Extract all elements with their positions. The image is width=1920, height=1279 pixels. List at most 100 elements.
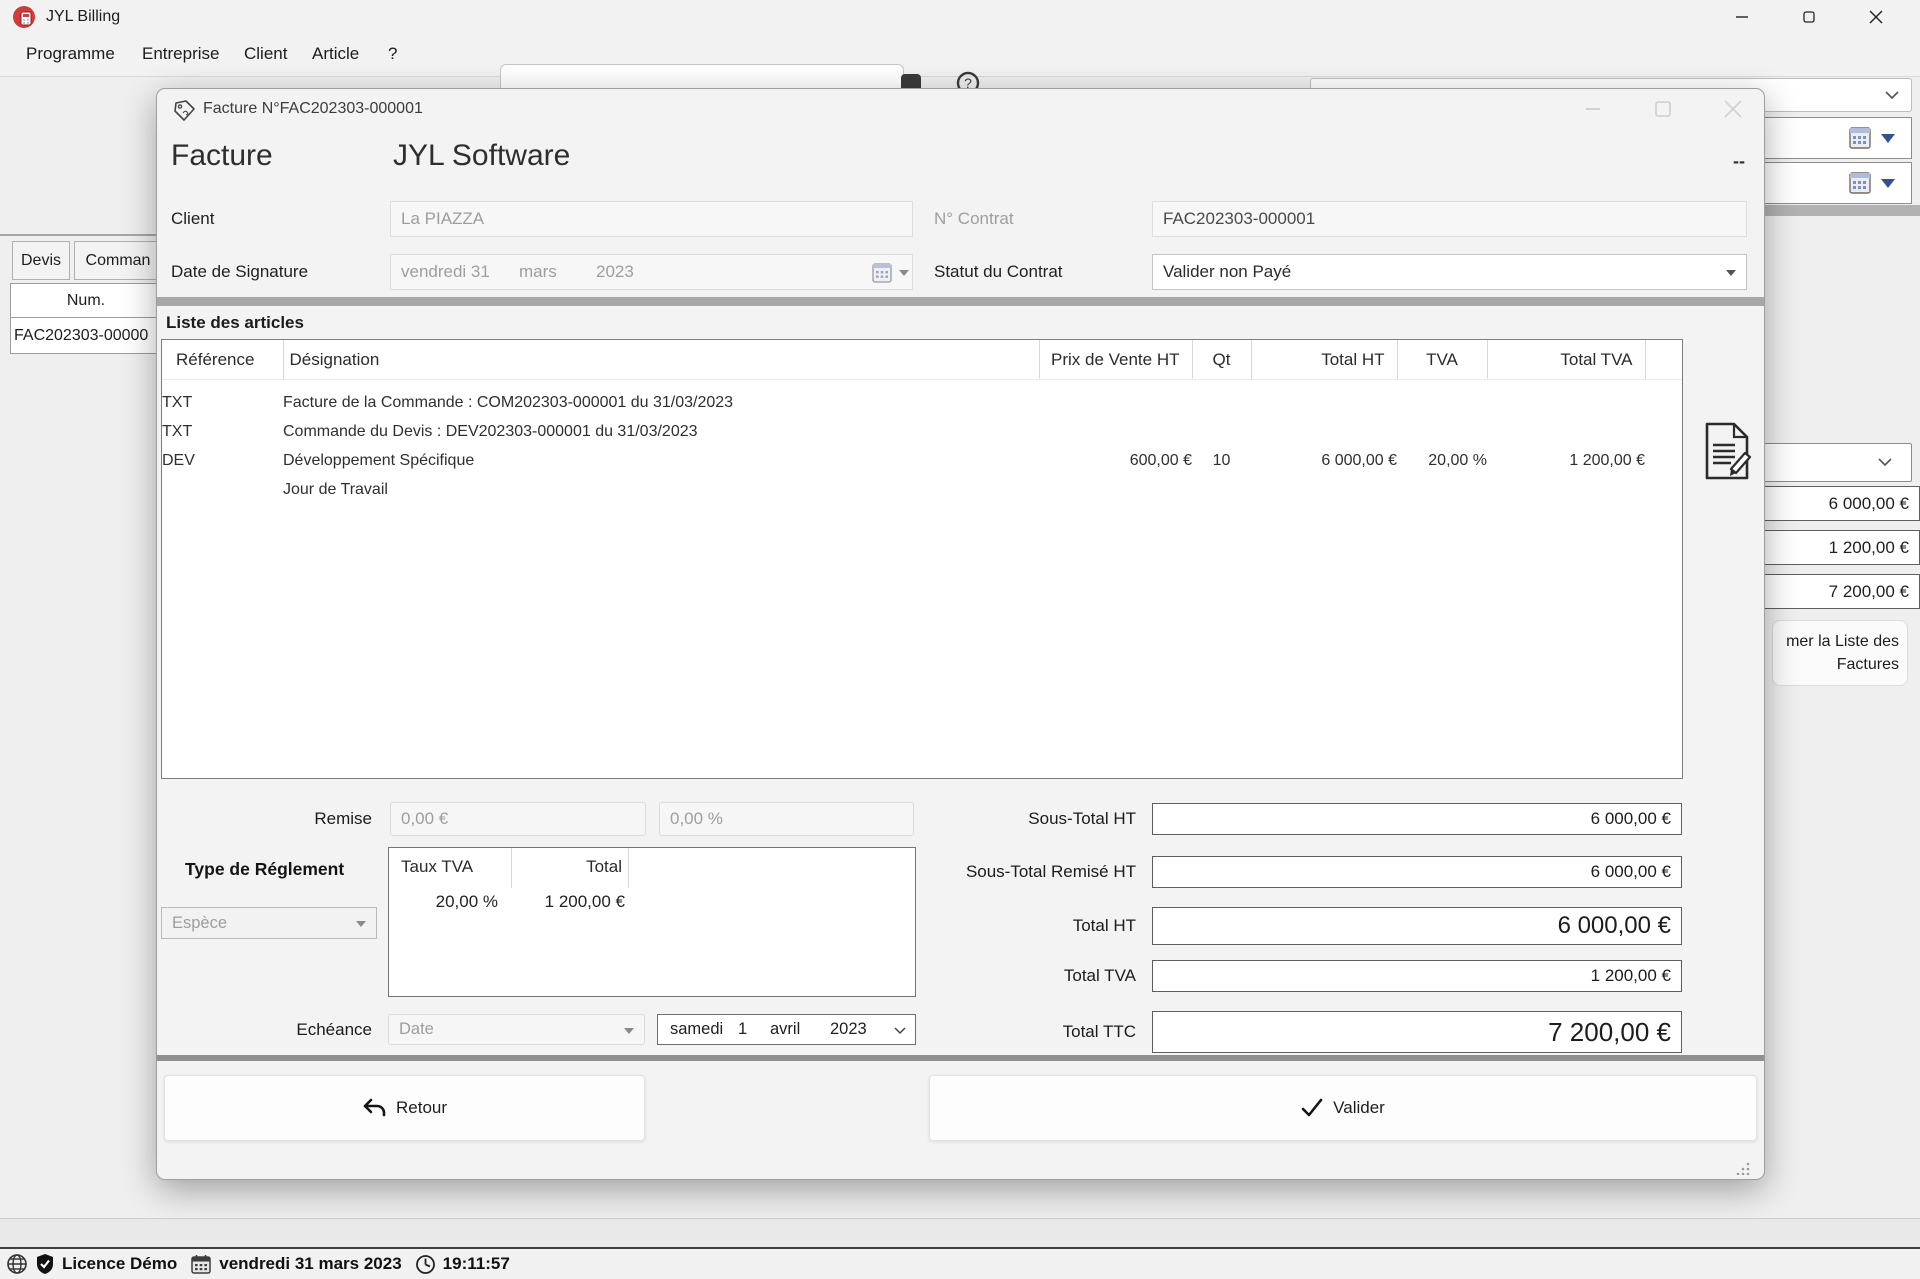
contract-number-value: FAC202303-000001	[1163, 209, 1316, 228]
window-title: JYL Billing	[46, 8, 121, 25]
total-ttc-value: 7 200,00 €	[1548, 1016, 1671, 1047]
maximize-button[interactable]	[1789, 5, 1829, 29]
col-tva[interactable]: TVA	[1397, 340, 1488, 380]
col-designation[interactable]: Désignation	[283, 340, 1040, 380]
echeance-label: Echéance	[296, 1020, 372, 1039]
minimize-icon	[1736, 16, 1748, 18]
tva-col-rate: Taux TVA	[389, 848, 512, 888]
maximize-icon	[1803, 11, 1815, 23]
client-label: Client	[171, 209, 215, 228]
tag-icon	[174, 100, 195, 121]
tab-devis-label: Devis	[20, 251, 61, 269]
close-button[interactable]	[1856, 5, 1896, 29]
col-reference[interactable]: Référence	[162, 340, 284, 380]
signature-date-picker[interactable]: vendredi 31 mars 2023	[390, 254, 913, 290]
total-ht-field[interactable]: 6 000,00 €	[1152, 907, 1682, 945]
menu-article[interactable]: Article	[312, 44, 359, 64]
app-logo-icon	[13, 6, 35, 28]
dialog-minimize-button[interactable]	[1573, 97, 1613, 121]
echeance-dow: samedi	[670, 1020, 724, 1038]
total-tva-value: 1 200,00 €	[1590, 966, 1671, 985]
menu-client[interactable]: Client	[244, 44, 287, 64]
bg-total-tva-value: 1 200,00 €	[1828, 537, 1909, 557]
total-ht-label: Total HT	[1072, 916, 1136, 935]
dropdown-arrow-icon	[899, 270, 909, 276]
globe-icon	[7, 1254, 27, 1274]
dash-indicator: --	[1733, 151, 1745, 171]
sous-total-remise-ht-field[interactable]: 6 000,00 €	[1152, 856, 1682, 888]
bottom-band	[0, 1218, 1920, 1248]
valider-button-label: Valider	[1333, 1098, 1385, 1117]
contract-status-label: Statut du Contrat	[934, 262, 1063, 281]
dialog-close-button[interactable]	[1713, 97, 1753, 121]
status-date: vendredi 31 mars 2023	[219, 1254, 402, 1273]
dialog-title: Facture N°FAC202303-000001	[203, 100, 423, 117]
chevron-down-icon	[1885, 91, 1899, 100]
dropdown-arrow-icon	[1881, 134, 1895, 143]
echeance-day: 1	[738, 1020, 748, 1038]
contract-number-field[interactable]: FAC202303-000001	[1152, 201, 1747, 237]
payment-method-select[interactable]: Espèce	[161, 907, 377, 939]
resize-grip[interactable]	[1735, 1161, 1751, 1175]
list-column-num-label: Num.	[66, 291, 106, 309]
minimize-button[interactable]	[1722, 5, 1762, 29]
undo-arrow-icon	[363, 1098, 386, 1117]
list-row-facture[interactable]: FAC202303-00000	[10, 317, 165, 354]
signature-date-month: mars	[519, 262, 557, 281]
signature-date-label: Date de Signature	[171, 262, 309, 281]
articles-section-title: Liste des articles	[166, 313, 304, 332]
total-tva-field[interactable]: 1 200,00 €	[1152, 960, 1682, 992]
remise-percent-value: 0,00 %	[670, 809, 723, 828]
bg-total-ht-value: 6 000,00 €	[1828, 493, 1909, 513]
payment-type-label: Type de Réglement	[185, 859, 345, 879]
signature-date-year: 2023	[596, 262, 634, 281]
col-qt[interactable]: Qt	[1192, 340, 1252, 380]
contract-status-select[interactable]: Valider non Payé	[1152, 254, 1747, 290]
sous-total-ht-field[interactable]: 6 000,00 €	[1152, 803, 1682, 835]
article-row[interactable]: TXT Facture de la Commande : COM202303-0…	[162, 380, 1682, 418]
total-tva-label: Total TVA	[1063, 966, 1136, 985]
left-separator	[0, 234, 157, 236]
tva-col-total: Total	[512, 848, 629, 888]
total-ttc-label: Total TTC	[1062, 1022, 1136, 1041]
contract-number-label: N° Contrat	[934, 209, 1014, 228]
article-row[interactable]: TXT Commande du Devis : DEV202303-000001…	[162, 417, 1682, 446]
app-window: JYL Billing Programme Entreprise Client …	[0, 0, 1920, 1279]
list-row-facture-label: FAC202303-00000	[14, 326, 149, 344]
col-prix-vente[interactable]: Prix de Vente HT	[1039, 340, 1193, 380]
close-icon	[1869, 10, 1883, 24]
tab-commandes[interactable]: Comman	[74, 241, 162, 280]
remise-amount-value: 0,00 €	[401, 809, 449, 828]
sous-total-remise-ht-label: Sous-Total Remisé HT	[965, 862, 1136, 881]
total-ht-value: 6 000,00 €	[1557, 912, 1671, 939]
dialog-maximize-button[interactable]	[1643, 97, 1683, 121]
article-row[interactable]: DEV Développement Spécifique 600,00 € 10…	[162, 446, 1682, 475]
print-invoice-list-label-1: mer la Liste des	[1786, 633, 1899, 650]
print-invoice-list-button[interactable]: mer la Liste des Factures	[1772, 620, 1908, 686]
bg-total-ttc-value: 7 200,00 €	[1828, 581, 1909, 601]
menu-programme[interactable]: Programme	[26, 44, 115, 64]
article-row[interactable]: Jour de Travail	[162, 475, 1682, 504]
chevron-down-icon	[1878, 458, 1892, 467]
col-filler	[1645, 340, 1682, 380]
menu-help[interactable]: ?	[388, 44, 397, 64]
tab-devis[interactable]: Devis	[12, 241, 70, 280]
client-field[interactable]: La PIAZZA	[390, 201, 913, 237]
status-time: 19:11:57	[442, 1254, 510, 1273]
menu-entreprise[interactable]: Entreprise	[142, 44, 219, 64]
tab-commandes-label: Comman	[85, 251, 151, 269]
remise-amount-field[interactable]: 0,00 €	[390, 802, 646, 836]
header-separator-bar	[157, 297, 1764, 306]
valider-button[interactable]: Valider	[929, 1075, 1757, 1141]
col-total-tva[interactable]: Total TVA	[1487, 340, 1646, 380]
echeance-type-select[interactable]: Date	[388, 1014, 645, 1045]
total-ttc-field[interactable]: 7 200,00 €	[1152, 1011, 1682, 1053]
retour-button-label: Retour	[395, 1098, 448, 1117]
signature-date-day: vendredi 31	[401, 262, 490, 281]
edit-document-icon[interactable]	[1701, 421, 1753, 481]
list-column-num: Num.	[10, 283, 162, 318]
echeance-type-value: Date	[399, 1020, 434, 1038]
col-total-ht[interactable]: Total HT	[1251, 340, 1398, 380]
sous-total-ht-label: Sous-Total HT	[1028, 809, 1136, 828]
retour-button[interactable]: Retour	[164, 1075, 645, 1141]
